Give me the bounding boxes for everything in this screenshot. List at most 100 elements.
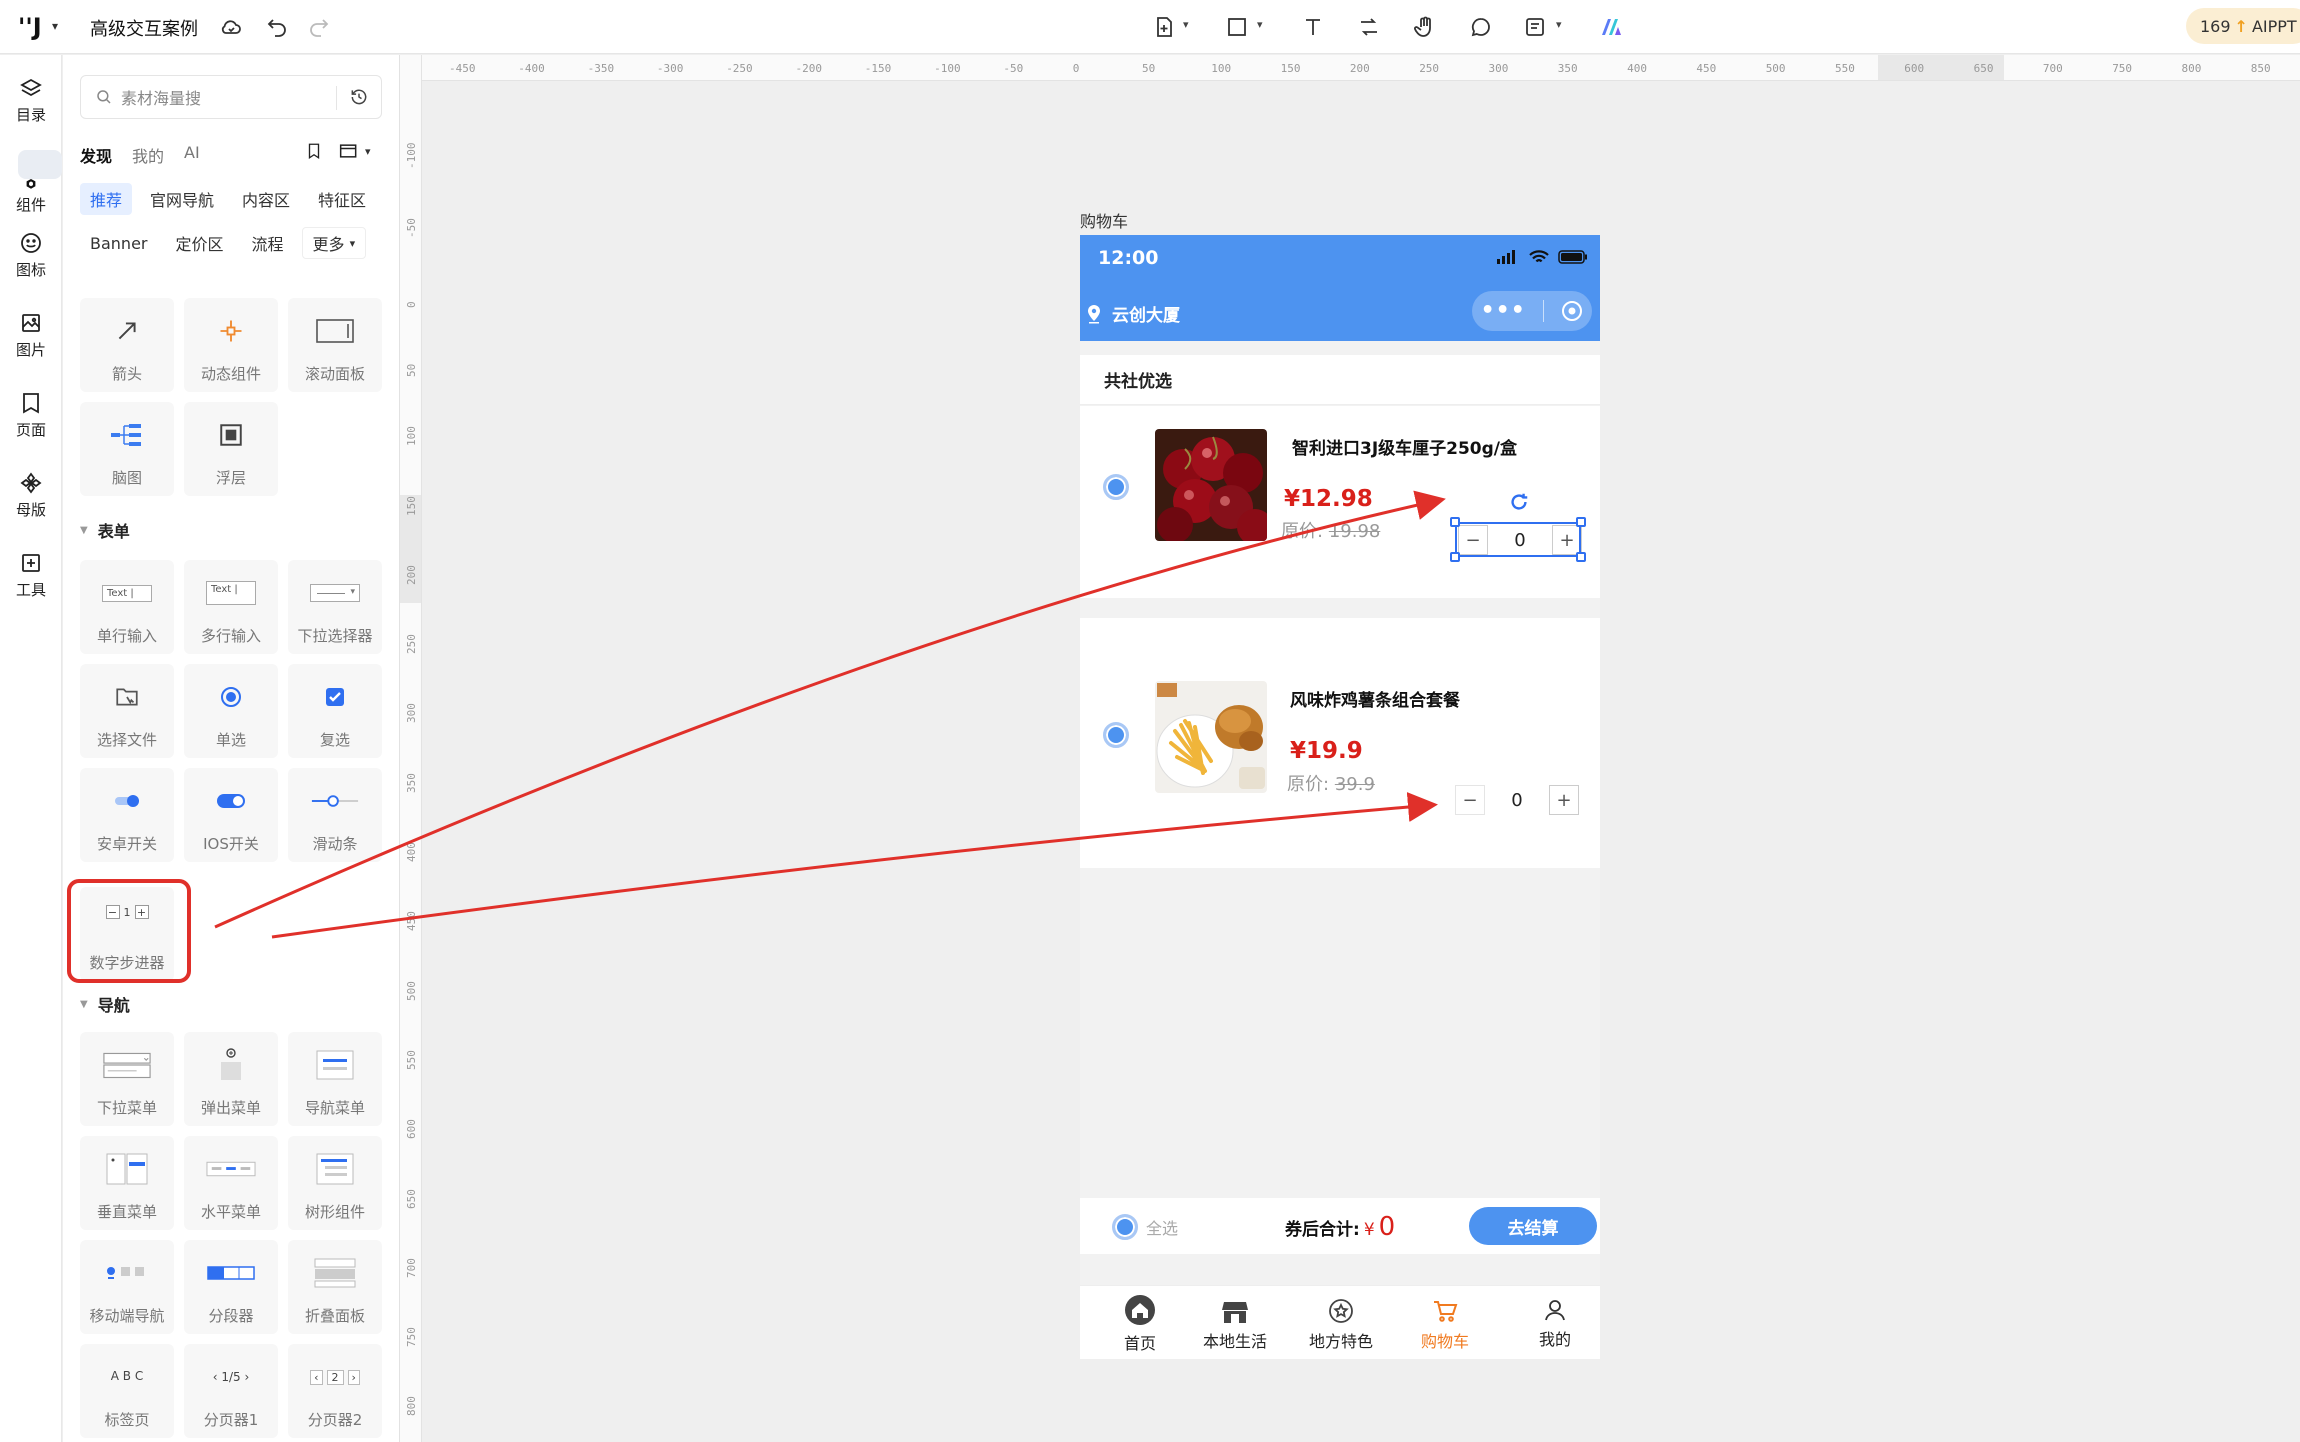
comp-horizontal-menu[interactable]: 水平菜单 — [184, 1136, 278, 1230]
comp-pager2[interactable]: ‹ 2 › 分页器2 — [288, 1344, 382, 1438]
quantity-stepper[interactable]: − 0 + — [1455, 785, 1579, 815]
comp-multi-input[interactable]: Text | 多行输入 — [184, 560, 278, 654]
chip-pricing[interactable]: 定价区 — [165, 227, 233, 259]
increment-button[interactable]: + — [1549, 785, 1579, 815]
project-title[interactable]: 高级交互案例 — [90, 15, 198, 41]
chevron-down-icon[interactable]: ▾ — [52, 19, 58, 33]
comp-arrow[interactable]: 箭头 — [80, 298, 174, 392]
comp-popup-menu[interactable]: 弹出菜单 — [184, 1032, 278, 1126]
history-icon[interactable] — [349, 87, 369, 107]
bookmark-icon[interactable] — [305, 141, 323, 161]
ruler-tick-label: 0 — [405, 300, 418, 308]
section-nav[interactable]: ▼ 导航 — [80, 992, 130, 1016]
comp-tabs[interactable]: A B C 标签页 — [80, 1344, 174, 1438]
resize-handle[interactable] — [1576, 552, 1586, 562]
chip-recommend[interactable]: 推荐 — [80, 183, 133, 215]
text-tool-icon[interactable] — [1298, 12, 1328, 42]
comment-icon[interactable] — [1466, 12, 1496, 42]
chevron-down-icon[interactable]: ▾ — [1257, 18, 1263, 31]
comp-radio[interactable]: 单选 — [184, 664, 278, 758]
ai-logo-icon[interactable] — [1596, 12, 1626, 42]
location[interactable]: 云创大厦 — [1086, 301, 1180, 326]
section-form[interactable]: ▼ 表单 — [80, 518, 130, 542]
chip-site-nav[interactable]: 官网导航 — [140, 183, 224, 215]
tab-mine[interactable]: 我的 — [1510, 1298, 1600, 1350]
chip-content[interactable]: 内容区 — [232, 183, 300, 215]
quantity-value[interactable]: 0 — [1485, 790, 1549, 811]
tab-local-life[interactable]: 本地生活 — [1190, 1300, 1280, 1352]
item-select-radio[interactable] — [1103, 722, 1129, 748]
checkout-button[interactable]: 去结算 — [1469, 1207, 1597, 1245]
item-select-radio[interactable] — [1103, 474, 1129, 500]
rail-item-icons[interactable]: 图标 — [0, 220, 62, 290]
comp-segment[interactable]: 分段器 — [184, 1240, 278, 1334]
comp-checkbox[interactable]: 复选 — [288, 664, 382, 758]
chip-banner[interactable]: Banner — [80, 227, 157, 259]
tab-mine[interactable]: 我的 — [132, 143, 164, 167]
comp-vertical-menu[interactable]: 垂直菜单 — [80, 1136, 174, 1230]
comp-nav-menu[interactable]: 导航菜单 — [288, 1032, 382, 1126]
note-icon[interactable] — [1520, 12, 1550, 42]
redo-icon[interactable] — [304, 12, 334, 42]
tab-cart[interactable]: 购物车 — [1400, 1298, 1490, 1352]
comp-dynamic[interactable]: 动态组件 — [184, 298, 278, 392]
connector-icon[interactable] — [1354, 12, 1384, 42]
comp-mobile-nav[interactable]: 移动端导航 — [80, 1240, 174, 1334]
rail-item-components[interactable]: 组件 — [0, 145, 62, 215]
resize-handle[interactable] — [1576, 517, 1586, 527]
comp-collapse-panel[interactable]: 折叠面板 — [288, 1240, 382, 1334]
chip-flow[interactable]: 流程 — [242, 227, 294, 259]
more-dots-icon[interactable]: ••• — [1481, 300, 1526, 322]
aippt-badge[interactable]: 169 ↑ AIPPT — [2186, 8, 2300, 44]
tab-ai[interactable]: AI — [184, 143, 200, 167]
comp-ios-switch[interactable]: IOS开关 — [184, 768, 278, 862]
rail-item-directory[interactable]: 目录 — [0, 65, 62, 135]
resize-handle[interactable] — [1450, 517, 1460, 527]
comp-single-input[interactable]: Text | 单行输入 — [80, 560, 174, 654]
undo-icon[interactable] — [262, 12, 292, 42]
comp-file-select[interactable]: 选择文件 — [80, 664, 174, 758]
comp-slider[interactable]: 滑动条 — [288, 768, 382, 862]
select-all[interactable]: 全选 — [1112, 1214, 1178, 1240]
rail-item-tools[interactable]: 工具 — [0, 540, 62, 610]
comp-scroll-panel[interactable]: 滚动面板 — [288, 298, 382, 392]
decrement-button[interactable]: − — [1455, 785, 1485, 815]
comp-label: 浮层 — [215, 469, 246, 487]
comp-mindmap[interactable]: 脑图 — [80, 402, 174, 496]
search-input[interactable]: 素材海量搜 — [121, 85, 201, 109]
phone-frame[interactable]: 12:00 云创大厦 ••• 共社优选 智利进口3J级车厘子250g/盒 ¥12… — [1080, 235, 1600, 1359]
add-page-icon[interactable] — [1149, 12, 1179, 42]
rail-item-images[interactable]: 图片 — [0, 300, 62, 370]
chevron-down-icon[interactable]: ▾ — [365, 145, 371, 158]
select-all-radio[interactable] — [1112, 1214, 1138, 1240]
chevron-down-icon[interactable]: ▾ — [1556, 18, 1562, 31]
app-logo[interactable]: ''J — [18, 13, 42, 41]
hand-icon[interactable] — [1410, 12, 1440, 42]
rotate-handle-icon[interactable] — [1508, 491, 1530, 513]
comp-tree[interactable]: 树形组件 — [288, 1136, 382, 1230]
comp-dropdown-menu[interactable]: 下拉菜单 — [80, 1032, 174, 1126]
rectangle-icon[interactable] — [1222, 12, 1252, 42]
search-box[interactable]: 素材海量搜 — [80, 75, 382, 119]
ruler-tick-label: 50 — [1142, 62, 1156, 75]
resize-handle[interactable] — [1450, 552, 1460, 562]
selection-frame[interactable] — [1455, 522, 1581, 557]
chevron-down-icon[interactable]: ▾ — [1183, 18, 1189, 31]
tab-home[interactable]: 首页 — [1095, 1294, 1185, 1354]
layout-view-icon[interactable] — [337, 141, 361, 161]
chip-feature[interactable]: 特征区 — [308, 183, 376, 215]
chip-more[interactable]: 更多 ▾ — [301, 227, 367, 259]
tab-local-specialty[interactable]: 地方特色 — [1296, 1298, 1386, 1352]
rail-item-master[interactable]: 母版 — [0, 460, 62, 530]
comp-pager1[interactable]: ‹ 1/5 › 分页器1 — [184, 1344, 278, 1438]
close-target-icon[interactable] — [1561, 300, 1583, 322]
comp-android-switch[interactable]: 安卓开关 — [80, 768, 174, 862]
rail-item-pages[interactable]: 页面 — [0, 380, 62, 450]
comp-label: 动态组件 — [200, 365, 261, 383]
comp-dropdown-select[interactable]: ▾ 下拉选择器 — [288, 560, 382, 654]
tab-discover[interactable]: 发现 — [80, 143, 112, 167]
frame-label[interactable]: 购物车 — [1080, 208, 1128, 232]
comp-overlay[interactable]: 浮层 — [184, 402, 278, 496]
cart-item: 风味炸鸡薯条组合套餐 ¥19.9 原价: 39.9 − 0 + — [1080, 618, 1600, 868]
cloud-sync-icon[interactable] — [216, 12, 246, 42]
